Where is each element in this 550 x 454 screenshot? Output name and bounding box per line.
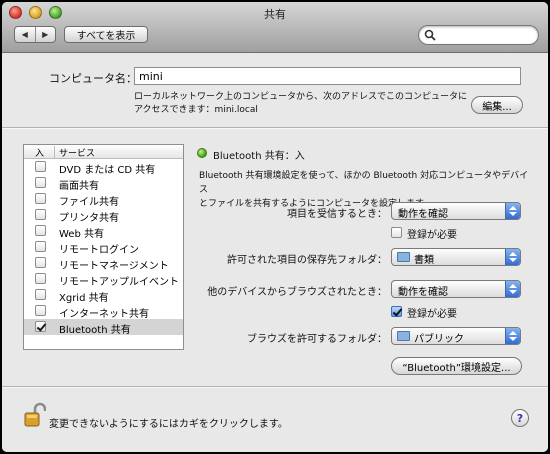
service-list-header: 入 サービス	[24, 145, 183, 159]
divider-top	[2, 127, 548, 129]
service-checkbox[interactable]	[35, 273, 46, 284]
lock-message: 変更できないようにするにはカギをクリックします。	[49, 419, 288, 430]
service-name: Bluetooth 共有	[59, 325, 131, 336]
bluetooth-preferences-button[interactable]: “Bluetooth”環境設定...	[391, 357, 522, 375]
browse-label: 他のデバイスからブラウズされたとき：	[207, 287, 387, 298]
receive-label: 項目を受信するとき：	[287, 209, 387, 220]
lock-icon[interactable]	[24, 402, 46, 428]
browse-require-pairing-checkbox[interactable]	[391, 306, 402, 317]
folder-icon	[397, 331, 410, 341]
description-line1: Bluetooth 共有環境設定を使って、ほかの Bluetooth 対応コンピ…	[199, 171, 529, 195]
service-name: 画面共有	[59, 181, 99, 192]
browse-action-popup[interactable]: 動作を確認	[391, 280, 521, 298]
service-rows: DVD または CD 共有 画面共有ファイル共有 プリンタ共有 Web 共有リモートロ…	[24, 159, 183, 336]
service-checkbox[interactable]	[35, 305, 46, 316]
service-checkbox[interactable]	[35, 177, 46, 188]
service-row[interactable]: インターネット共有	[24, 303, 183, 320]
service-name: ファイル共有	[59, 197, 119, 208]
receive-require-pairing-checkbox[interactable]	[391, 227, 402, 238]
sharing-window: 共有 ◀ ▶ すべてを表示 コンピュータ名： mini ローカルネットワーク上の…	[2, 2, 548, 452]
service-row[interactable]: Xgrid 共有	[24, 287, 183, 304]
help-button[interactable]: ?	[511, 409, 529, 427]
service-name: インターネット共有	[59, 309, 149, 320]
status-indicator-icon	[197, 148, 207, 158]
folder-icon	[397, 252, 410, 262]
show-all-button[interactable]: すべてを表示	[64, 26, 148, 43]
service-name: リモートアップルイベント	[59, 277, 179, 288]
service-row[interactable]: リモートアップルイベント	[24, 271, 183, 288]
column-on[interactable]: 入	[35, 146, 44, 159]
address-note-line1: ローカルネットワーク上のコンピュータから、次のアドレスでこのコンピュータに	[134, 92, 468, 102]
service-checkbox[interactable]	[35, 209, 46, 220]
service-name: Xgrid 共有	[59, 293, 109, 304]
service-name: DVD または CD 共有	[59, 165, 156, 176]
service-name: Web 共有	[59, 229, 104, 240]
search-icon	[424, 29, 436, 41]
title-bar: 共有 ◀ ▶ すべてを表示	[2, 2, 548, 53]
service-name: プリンタ共有	[59, 213, 119, 224]
service-status: Bluetooth 共有：入	[213, 151, 305, 162]
service-row[interactable]: リモートログイン	[24, 239, 183, 256]
service-row[interactable]: プリンタ共有	[24, 207, 183, 224]
service-row[interactable]: Web 共有	[24, 223, 183, 240]
service-row[interactable]: 画面共有	[24, 175, 183, 192]
forward-button[interactable]: ▶	[36, 27, 56, 42]
back-button[interactable]: ◀	[15, 27, 36, 42]
preferences-content: コンピュータ名： mini ローカルネットワーク上のコンピュータから、次のアドレ…	[2, 53, 548, 452]
receive-action-popup[interactable]: 動作を確認	[391, 202, 521, 220]
service-checkbox[interactable]	[35, 161, 46, 172]
popup-arrows-icon	[505, 328, 520, 344]
receive-require-pairing-label: 登録が必要	[407, 230, 457, 241]
service-name: リモートログイン	[59, 245, 139, 256]
browse-action-value: 動作を確認	[398, 287, 448, 298]
address-note: ローカルネットワーク上のコンピュータから、次のアドレスでこのコンピュータに アク…	[134, 91, 474, 117]
divider-bottom	[2, 386, 548, 388]
popup-arrows-icon	[505, 203, 520, 219]
computer-name-label: コンピュータ名：	[49, 72, 137, 85]
popup-arrows-icon	[505, 249, 520, 265]
browse-folder-popup[interactable]: パブリック	[391, 327, 521, 345]
folder-label: 許可された項目の保存先フォルダ：	[227, 255, 387, 266]
browse-folder-value: パブリック	[414, 334, 464, 345]
window-title: 共有	[264, 8, 286, 21]
service-checkbox[interactable]	[35, 257, 46, 268]
save-folder-popup[interactable]: 書類	[391, 248, 521, 266]
search-input[interactable]	[418, 25, 539, 45]
service-checkbox[interactable]	[35, 321, 46, 332]
service-row[interactable]: ファイル共有	[24, 191, 183, 208]
edit-button[interactable]: 編集...	[471, 96, 523, 114]
computer-name-field[interactable]: mini	[134, 67, 521, 85]
browse-folder-label: ブラウズを許可するフォルダ：	[247, 334, 387, 345]
service-checkbox[interactable]	[35, 225, 46, 236]
back-forward-control: ◀ ▶	[14, 26, 56, 43]
service-checkbox[interactable]	[35, 193, 46, 204]
service-name: リモートマネージメント	[59, 261, 169, 272]
column-service[interactable]: サービス	[54, 146, 95, 159]
browse-require-pairing-label: 登録が必要	[407, 309, 457, 320]
save-folder-value: 書類	[414, 255, 434, 266]
receive-action-value: 動作を確認	[398, 209, 448, 220]
service-row[interactable]: Bluetooth 共有	[24, 319, 183, 336]
service-row[interactable]: リモートマネージメント	[24, 255, 183, 272]
service-checkbox[interactable]	[35, 289, 46, 300]
address-note-line2: アクセスできます：mini.local	[134, 105, 258, 115]
service-checkbox[interactable]	[35, 241, 46, 252]
popup-arrows-icon	[505, 281, 520, 297]
service-row[interactable]: DVD または CD 共有	[24, 159, 183, 176]
service-list: 入 サービス DVD または CD 共有 画面共有ファイル共有 プリンタ共有 Web …	[23, 144, 184, 350]
